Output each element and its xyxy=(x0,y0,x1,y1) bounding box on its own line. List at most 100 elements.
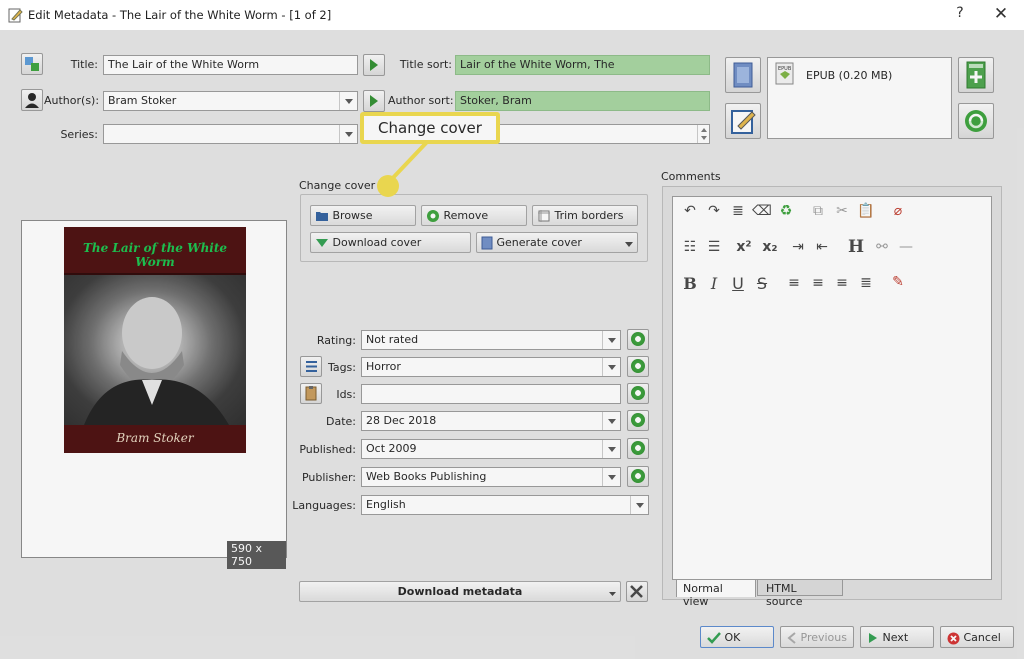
trim-borders-button[interactable]: Trim borders xyxy=(532,205,638,226)
cover-size-badge: 590 x 750 xyxy=(227,541,286,569)
tags-label: Tags: xyxy=(327,361,356,374)
indent-icon[interactable]: ⇥ xyxy=(787,239,809,255)
copy-icon[interactable]: ⧉ xyxy=(807,203,829,219)
download-cover-button[interactable]: Download cover xyxy=(310,232,471,253)
recycle-icon xyxy=(631,413,645,427)
tab-html-source[interactable]: HTML source xyxy=(757,579,843,608)
set-metadata-from-format-button[interactable] xyxy=(725,103,761,139)
arrow-right-icon xyxy=(370,95,378,107)
portrait-figure-icon xyxy=(84,297,229,425)
clear-tags-button[interactable] xyxy=(627,356,649,377)
series-index-input[interactable] xyxy=(498,124,710,144)
series-index-spinner[interactable] xyxy=(697,125,709,143)
help-button[interactable]: ? xyxy=(950,5,970,25)
eraser-icon[interactable]: ⌫ xyxy=(751,203,773,219)
text-color-icon[interactable]: ✎ xyxy=(887,274,909,290)
bold-icon[interactable]: B xyxy=(679,274,701,293)
date-combo[interactable]: 28 Dec 2018 xyxy=(361,411,621,431)
published-combo[interactable]: Oct 2009 xyxy=(361,439,621,459)
tab-normal-view[interactable]: Normal view xyxy=(676,579,756,608)
remove-format-button[interactable] xyxy=(958,103,994,139)
align-center-icon[interactable]: ≡ xyxy=(807,275,829,291)
set-cover-from-format-button[interactable] xyxy=(725,57,761,93)
recycle-icon[interactable]: ♻ xyxy=(775,203,797,219)
authors-label: Author(s): xyxy=(44,94,100,107)
link-icon[interactable]: ⚯ xyxy=(871,239,893,255)
copy-title-to-sort-button[interactable] xyxy=(363,54,385,76)
previous-button[interactable]: Previous xyxy=(780,626,854,648)
undo-icon[interactable]: ↶ xyxy=(679,203,701,219)
series-combo[interactable] xyxy=(103,124,358,144)
formats-list[interactable]: EPUB EPUB (0.20 MB) xyxy=(767,57,952,139)
title-sort-label: Title sort: xyxy=(399,58,452,71)
heading-icon[interactable]: H xyxy=(845,237,867,257)
align-left-icon[interactable]: ≡ xyxy=(783,275,805,291)
cut-icon[interactable]: ✂ xyxy=(831,203,853,219)
cover-author-text: Bram Stoker xyxy=(116,431,194,445)
authors-combo[interactable]: Bram Stoker xyxy=(103,91,358,111)
format-list-item[interactable]: EPUB EPUB (0.20 MB) xyxy=(774,62,892,86)
format-item-label: EPUB (0.20 MB) xyxy=(806,69,893,82)
publisher-combo[interactable]: Web Books Publishing xyxy=(361,467,621,487)
cover-preview-panel[interactable]: The Lair of the White Worm Bram Stoker 5… xyxy=(21,220,287,569)
cancel-button[interactable]: Cancel xyxy=(940,626,1014,648)
languages-combo[interactable]: English xyxy=(361,495,649,515)
ids-input[interactable] xyxy=(361,384,621,404)
generate-cover-label: Generate cover xyxy=(496,236,582,249)
copy-author-to-sort-button[interactable] xyxy=(363,90,385,112)
superscript-icon[interactable]: x² xyxy=(733,239,755,255)
ok-label: OK xyxy=(724,631,741,644)
remove-cover-button[interactable]: Remove xyxy=(421,205,527,226)
user-icon xyxy=(25,93,39,108)
paste-icon[interactable]: 📋 xyxy=(855,203,877,219)
chevron-down-icon xyxy=(602,468,620,486)
select-all-icon[interactable]: ≣ xyxy=(727,203,749,219)
download-metadata-label: Download metadata xyxy=(397,585,523,598)
title-input[interactable]: The Lair of the White Worm xyxy=(103,55,358,75)
outdent-icon[interactable]: ⇤ xyxy=(811,239,833,255)
chevron-down-icon xyxy=(602,440,620,458)
tools-icon xyxy=(630,585,643,598)
rating-combo[interactable]: Not rated xyxy=(361,330,621,350)
italic-icon[interactable]: I xyxy=(703,274,725,293)
recycle-icon xyxy=(965,110,987,132)
swap-title-author-button[interactable] xyxy=(21,53,43,75)
metadata-sources-config-button[interactable] xyxy=(626,581,648,602)
underline-icon[interactable]: U xyxy=(727,274,749,293)
browse-cover-button[interactable]: Browse xyxy=(310,205,416,226)
chevron-down-icon xyxy=(602,358,620,376)
clear-rating-button[interactable] xyxy=(627,329,649,350)
title-sort-input[interactable]: Lair of the White Worm, The xyxy=(455,55,710,75)
clear-ids-button[interactable] xyxy=(627,383,649,404)
trim-borders-label: Trim borders xyxy=(554,209,624,222)
next-button[interactable]: Next xyxy=(860,626,934,648)
generate-cover-button[interactable]: Generate cover xyxy=(476,232,638,253)
tags-combo[interactable]: Horror xyxy=(361,357,621,377)
strikethrough-icon[interactable]: S xyxy=(751,274,773,293)
align-right-icon[interactable]: ≡ xyxy=(831,275,853,291)
ok-button[interactable]: OK xyxy=(700,626,774,648)
clear-formatting-icon[interactable]: ⌀ xyxy=(887,203,909,219)
clear-publisher-button[interactable] xyxy=(627,466,649,487)
add-format-button[interactable] xyxy=(958,57,994,93)
horizontal-rule-icon[interactable]: — xyxy=(895,239,917,255)
chevron-down-icon xyxy=(609,592,616,596)
unordered-list-icon[interactable]: ☰ xyxy=(703,239,725,255)
epub-file-icon: EPUB xyxy=(775,62,794,85)
download-metadata-button[interactable]: Download metadata xyxy=(299,581,621,602)
manage-authors-button[interactable] xyxy=(21,89,43,111)
subscript-icon[interactable]: x₂ xyxy=(759,239,781,255)
clear-date-button[interactable] xyxy=(627,410,649,431)
comments-label: Comments xyxy=(661,170,721,183)
chevron-down-icon xyxy=(339,92,357,110)
recycle-icon xyxy=(631,469,645,483)
redo-icon[interactable]: ↷ xyxy=(703,203,725,219)
author-sort-input[interactable]: Stoker, Bram xyxy=(455,91,710,111)
rating-label: Rating: xyxy=(316,334,356,347)
clear-published-button[interactable] xyxy=(627,438,649,459)
align-justify-icon[interactable]: ≣ xyxy=(855,275,877,291)
ordered-list-icon[interactable]: ☷ xyxy=(679,239,701,255)
book-cover-icon xyxy=(733,62,753,88)
close-button[interactable]: ✕ xyxy=(990,4,1012,26)
date-label: Date: xyxy=(326,415,356,428)
